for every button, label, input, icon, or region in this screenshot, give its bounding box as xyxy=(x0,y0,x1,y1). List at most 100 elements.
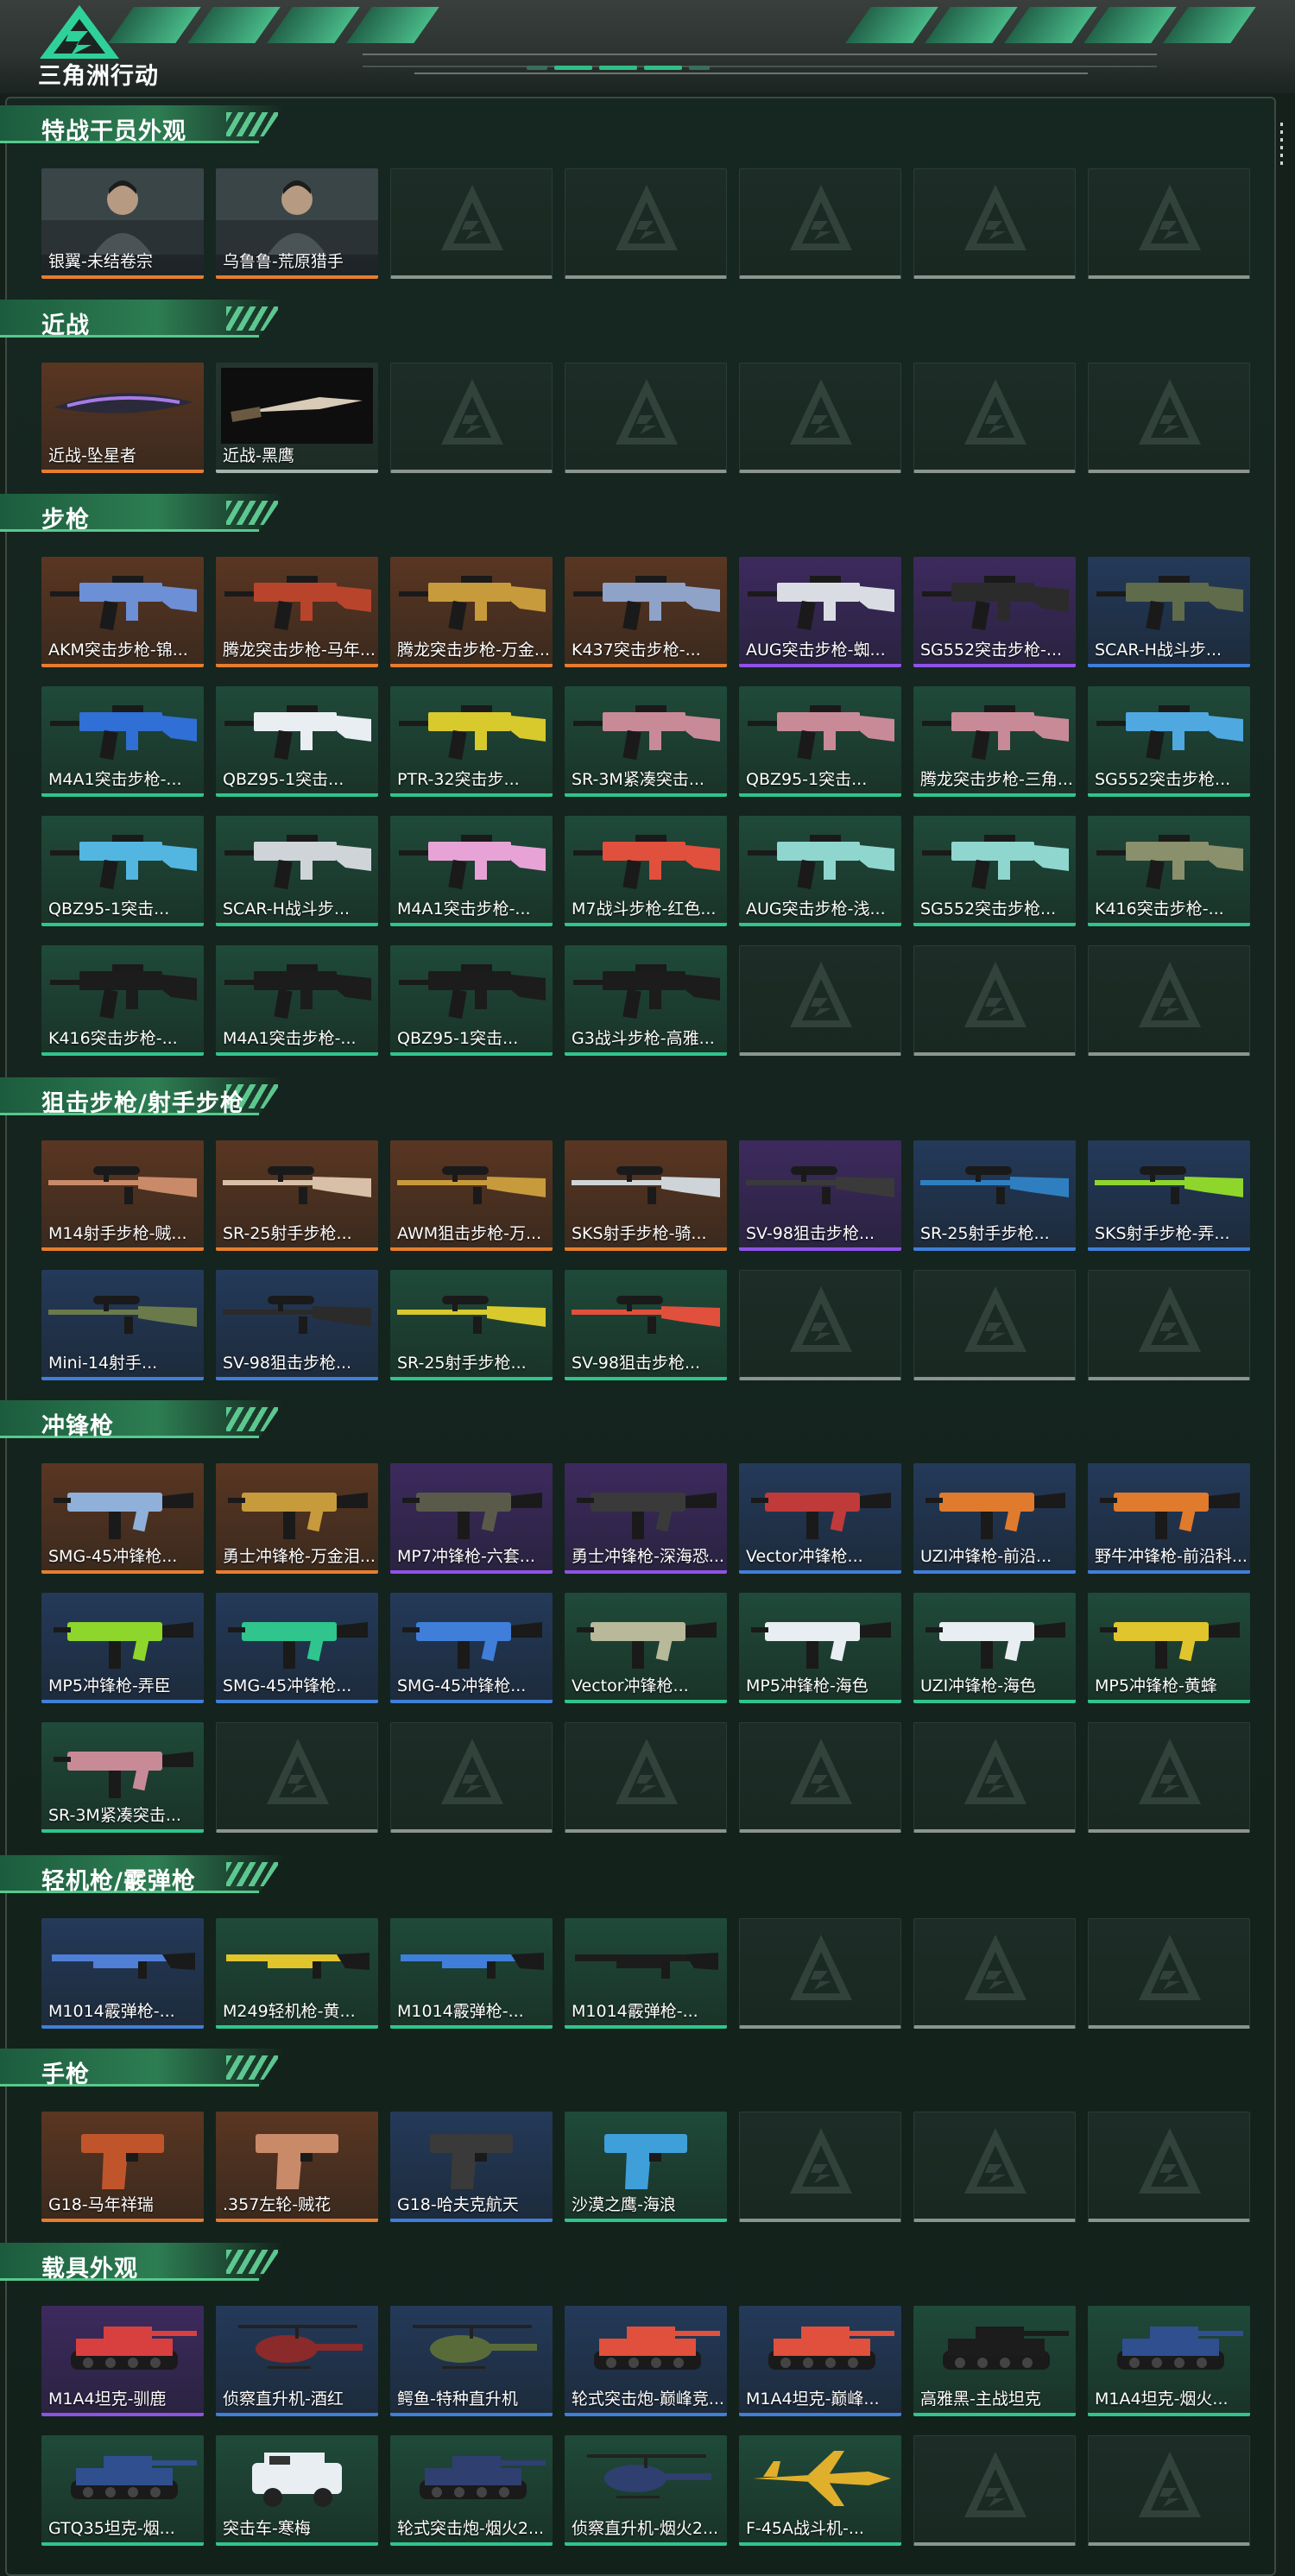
item-name: MP7冲锋枪-六套... xyxy=(397,1547,535,1566)
collection-item-card[interactable]: PTR-32突击步... xyxy=(390,686,553,797)
item-name: K437突击步枪-... xyxy=(572,641,701,660)
collection-item-card[interactable]: SV-98狙击步枪... xyxy=(216,1270,378,1380)
collection-item-card[interactable]: 勇士冲锋枪-深海恐... xyxy=(565,1463,727,1574)
item-name: 勇士冲锋枪-万金泪... xyxy=(223,1547,375,1566)
empty-slot xyxy=(390,1722,553,1833)
collection-item-card[interactable]: M1014霰弹枪-... xyxy=(565,1918,727,2029)
collection-item-card[interactable]: 高雅黑-主战坦克 xyxy=(913,2306,1076,2416)
collection-item-card[interactable]: 腾龙突击步枪-马年... xyxy=(216,557,378,667)
collection-item-card[interactable]: SR-3M紧凑突击... xyxy=(41,1722,204,1833)
scrollbar[interactable] xyxy=(1280,123,1284,165)
collection-item-card[interactable]: MP5冲锋枪-海色 xyxy=(739,1593,901,1703)
collection-item-card[interactable]: 银翼-未结卷宗 xyxy=(41,168,204,279)
collection-item-card[interactable]: QBZ95-1突击... xyxy=(739,686,901,797)
collection-item-card[interactable]: M249轻机枪-黄... xyxy=(216,1918,378,2029)
collection-item-card[interactable]: MP5冲锋枪-黄蜂 xyxy=(1088,1593,1250,1703)
item-name: SR-25射手步枪... xyxy=(223,1224,352,1243)
collection-item-card[interactable]: SKS射手步枪-骑... xyxy=(565,1140,727,1251)
collection-item-card[interactable]: M4A1突击步枪-... xyxy=(216,945,378,1056)
collection-item-card[interactable]: SV-98狙击步枪... xyxy=(565,1270,727,1380)
collection-item-card[interactable]: G18-马年祥瑞 xyxy=(41,2112,204,2222)
collection-item-card[interactable]: SR-25射手步枪... xyxy=(390,1270,553,1380)
jeep-skin-image xyxy=(216,2435,378,2522)
delta-placeholder-icon xyxy=(963,1933,1028,2002)
collection-item-card[interactable]: K437突击步枪-... xyxy=(565,557,727,667)
collection-item-card[interactable]: M1A4坦克-巅峰... xyxy=(739,2306,901,2416)
collection-item-card[interactable]: AKM突击步枪-锦... xyxy=(41,557,204,667)
collection-item-card[interactable]: 近战-坠星者 xyxy=(41,363,204,473)
collection-item-card[interactable]: M1A4坦克-烟火... xyxy=(1088,2306,1250,2416)
collection-item-card[interactable]: SMG-45冲锋枪... xyxy=(216,1593,378,1703)
collection-item-card[interactable]: QBZ95-1突击... xyxy=(216,686,378,797)
collection-item-card[interactable]: SKS射手步枪-弄... xyxy=(1088,1140,1250,1251)
collection-item-card[interactable]: AUG突击步枪-蜘... xyxy=(739,557,901,667)
shotgun-skin-image xyxy=(390,1918,553,2005)
collection-item-card[interactable]: 轮式突击炮-烟火2... xyxy=(390,2435,553,2546)
header-stripes-right xyxy=(845,7,1256,43)
collection-item-card[interactable]: 腾龙突击步枪-万金... xyxy=(390,557,553,667)
collection-item-card[interactable]: Mini-14射手... xyxy=(41,1270,204,1380)
collection-item-card[interactable]: MP5冲锋枪-弄臣 xyxy=(41,1593,204,1703)
collection-item-card[interactable]: AUG突击步枪-浅... xyxy=(739,816,901,926)
delta-placeholder-icon xyxy=(265,1737,331,1806)
collection-item-card[interactable]: SCAR-H战斗步... xyxy=(216,816,378,926)
delta-placeholder-icon xyxy=(1137,1285,1203,1354)
collection-item-card[interactable]: 乌鲁鲁-荒原猎手 xyxy=(216,168,378,279)
smg-skin-image xyxy=(390,1593,553,1679)
collection-item-card[interactable]: SG552突击步枪-... xyxy=(913,557,1076,667)
collection-item-card[interactable]: 野牛冲锋枪-前沿科... xyxy=(1088,1463,1250,1574)
collection-item-card[interactable]: Vector冲锋枪... xyxy=(565,1593,727,1703)
collection-item-card[interactable]: .357左轮-贼花 xyxy=(216,2112,378,2222)
collection-item-card[interactable]: 沙漠之鹰-海浪 xyxy=(565,2112,727,2222)
collection-item-card[interactable]: 腾龙突击步枪-三角... xyxy=(913,686,1076,797)
collection-item-card[interactable]: 侦察直升机-酒红 xyxy=(216,2306,378,2416)
smg-skin-image xyxy=(739,1593,901,1679)
smg-skin-image xyxy=(913,1593,1076,1679)
collection-item-card[interactable]: G3战斗步枪-高雅... xyxy=(565,945,727,1056)
collection-item-card[interactable]: K416突击步枪-... xyxy=(41,945,204,1056)
collection-item-card[interactable]: F-45A战斗机-... xyxy=(739,2435,901,2546)
collection-item-card[interactable]: 突击车-寒梅 xyxy=(216,2435,378,2546)
item-name: AKM突击步枪-锦... xyxy=(48,641,188,660)
collection-item-card[interactable]: GTQ35坦克-烟... xyxy=(41,2435,204,2546)
collection-item-card[interactable]: QBZ95-1突击... xyxy=(390,945,553,1056)
collection-item-card[interactable]: G18-哈夫克航天 xyxy=(390,2112,553,2222)
collection-item-card[interactable]: SV-98狙击步枪... xyxy=(739,1140,901,1251)
collection-item-card[interactable]: SG552突击步枪... xyxy=(913,816,1076,926)
collection-item-card[interactable]: Vector冲锋枪... xyxy=(739,1463,901,1574)
collection-item-card[interactable]: SG552突击步枪... xyxy=(1088,686,1250,797)
collection-item-card[interactable]: M4A1突击步枪-... xyxy=(41,686,204,797)
empty-slot xyxy=(1088,168,1250,279)
collection-item-card[interactable]: 勇士冲锋枪-万金泪... xyxy=(216,1463,378,1574)
collection-item-card[interactable]: M7战斗步枪-红色... xyxy=(565,816,727,926)
collection-item-card[interactable]: UZI冲锋枪-海色 xyxy=(913,1593,1076,1703)
collection-item-card[interactable]: M4A1突击步枪-... xyxy=(390,816,553,926)
item-name: SMG-45冲锋枪... xyxy=(397,1676,527,1695)
section-title: 载具外观 xyxy=(41,2256,138,2282)
collection-item-card[interactable]: K416突击步枪-... xyxy=(1088,816,1250,926)
collection-item-card[interactable]: 鳄鱼-特种直升机 xyxy=(390,2306,553,2416)
collection-item-card[interactable]: 轮式突击炮-巅峰竞... xyxy=(565,2306,727,2416)
portrait-skin-image xyxy=(216,168,378,255)
collection-item-card[interactable]: M1014霰弹枪-... xyxy=(390,1918,553,2029)
collection-item-card[interactable]: 侦察直升机-烟火2... xyxy=(565,2435,727,2546)
collection-item-card[interactable]: M1014霰弹枪-... xyxy=(41,1918,204,2029)
collection-item-card[interactable]: 近战-黑鹰 xyxy=(216,363,378,473)
collection-item-card[interactable]: QBZ95-1突击... xyxy=(41,816,204,926)
collection-item-card[interactable]: M14射手步枪-贼... xyxy=(41,1140,204,1251)
collection-item-card[interactable]: SR-25射手步枪... xyxy=(913,1140,1076,1251)
delta-placeholder-icon xyxy=(963,960,1028,1029)
collection-item-card[interactable]: MP7冲锋枪-六套... xyxy=(390,1463,553,1574)
collection-item-card[interactable]: M1A4坦克-驯鹿 xyxy=(41,2306,204,2416)
heli-skin-image xyxy=(216,2306,378,2392)
collection-item-card[interactable]: SMG-45冲锋枪... xyxy=(390,1593,553,1703)
collection-item-card[interactable]: AWM狙击步枪-万... xyxy=(390,1140,553,1251)
collection-item-card[interactable]: SR-25射手步枪... xyxy=(216,1140,378,1251)
empty-slot xyxy=(1088,1918,1250,2029)
collection-item-card[interactable]: SMG-45冲锋枪... xyxy=(41,1463,204,1574)
collection-item-card[interactable]: SR-3M紧凑突击... xyxy=(565,686,727,797)
collection-item-card[interactable]: SCAR-H战斗步... xyxy=(1088,557,1250,667)
item-grid: M1A4坦克-驯鹿 侦察直升机-酒红 鳄鱼-特种直升机 轮式突击炮-巅峰竞... xyxy=(41,2306,1250,2546)
delta-placeholder-icon xyxy=(439,1737,505,1806)
collection-item-card[interactable]: UZI冲锋枪-前沿... xyxy=(913,1463,1076,1574)
